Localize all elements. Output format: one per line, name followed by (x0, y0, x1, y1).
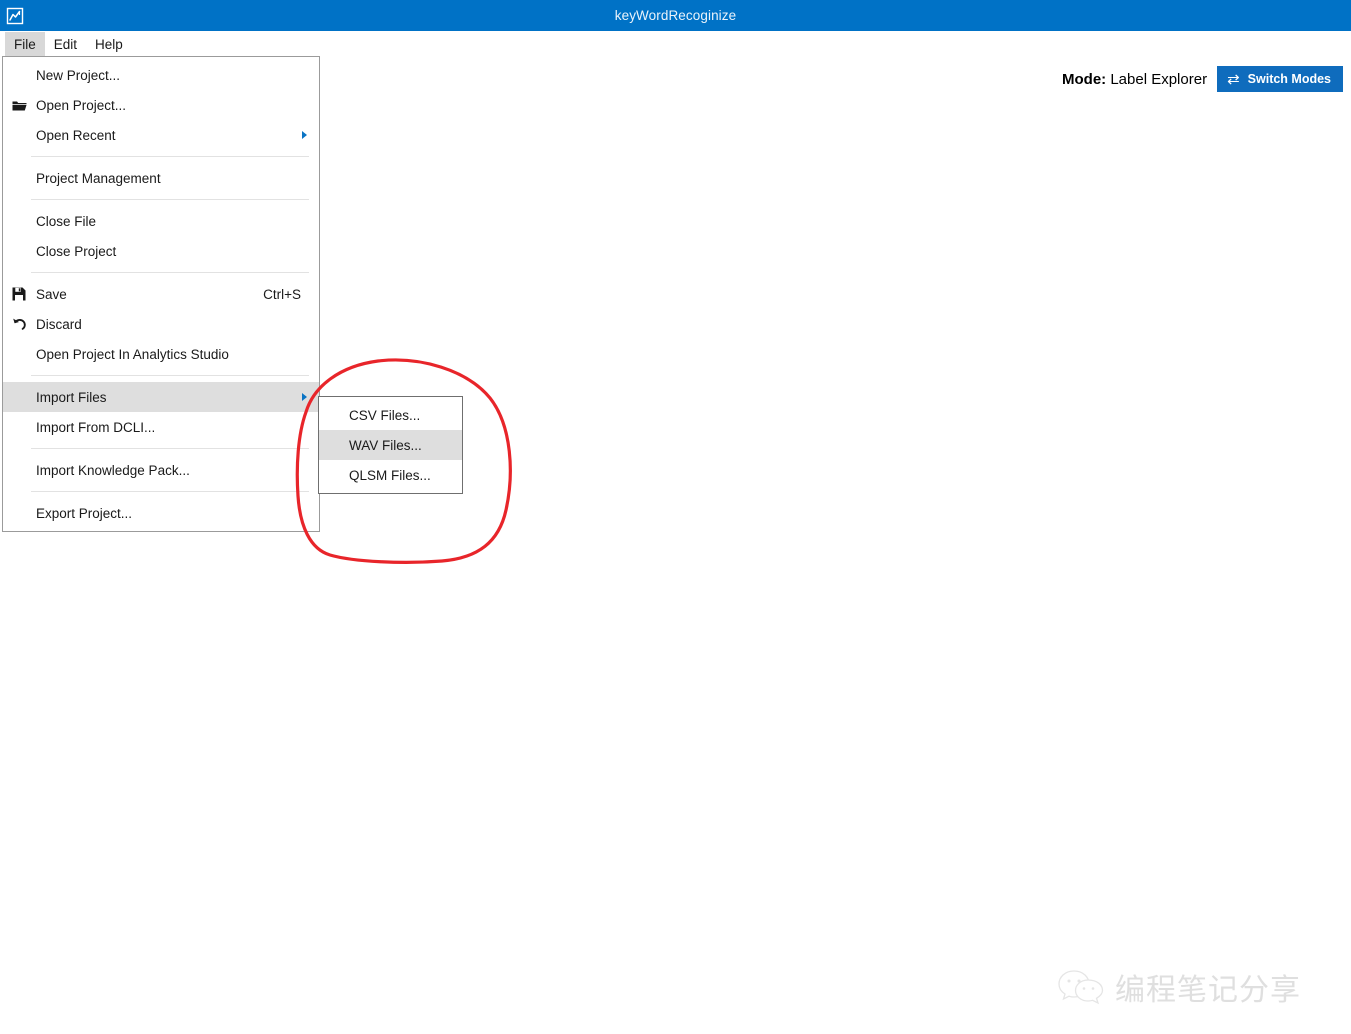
menu-item-label: Open Project In Analytics Studio (36, 346, 229, 362)
menu-item-save[interactable]: Save Ctrl+S (3, 279, 319, 309)
title-bar: keyWordRecoginize (0, 0, 1351, 31)
mode-header: Mode: Label Explorer ⇄ Switch Modes (1062, 66, 1343, 92)
menu-item-label: Discard (36, 316, 82, 332)
menubar-item-file[interactable]: File (5, 31, 45, 58)
submenu-item-label: QLSM Files... (349, 467, 431, 483)
menu-separator (31, 199, 309, 200)
menubar-item-help[interactable]: Help (86, 32, 132, 58)
menu-item-export-project[interactable]: Export Project... (3, 498, 319, 528)
submenu-item-wav-files[interactable]: WAV Files... (319, 430, 462, 460)
submenu-item-label: CSV Files... (349, 407, 421, 423)
menu-item-label: New Project... (36, 67, 121, 83)
menubar-item-edit[interactable]: Edit (45, 32, 86, 58)
switch-modes-label: Switch Modes (1247, 72, 1331, 86)
menu-item-open-project-analytics-studio[interactable]: Open Project In Analytics Studio (3, 339, 319, 369)
window-title: keyWordRecoginize (614, 8, 737, 23)
menu-item-label: Open Project... (36, 97, 127, 113)
menu-item-label: Project Management (36, 170, 161, 186)
menu-item-project-management[interactable]: Project Management (3, 163, 319, 193)
menu-bar: File Edit Help (0, 31, 1351, 58)
menu-item-import-knowledge-pack[interactable]: Import Knowledge Pack... (3, 455, 319, 485)
menu-separator (31, 448, 309, 449)
switch-modes-button[interactable]: ⇄ Switch Modes (1217, 66, 1343, 92)
menu-item-label: Import Knowledge Pack... (36, 462, 190, 478)
chevron-right-icon (302, 131, 307, 139)
menu-item-label: Import From DCLI... (36, 419, 156, 435)
import-files-submenu: CSV Files... WAV Files... QLSM Files... (318, 396, 463, 494)
floppy-disk-icon (11, 286, 27, 302)
menu-separator (31, 272, 309, 273)
menu-item-label: Close File (36, 213, 97, 229)
submenu-item-csv-files[interactable]: CSV Files... (319, 400, 462, 430)
menu-item-discard[interactable]: Discard (3, 309, 319, 339)
menu-item-label: Close Project (36, 243, 117, 259)
file-dropdown-menu: New Project... Open Project... Open Rece… (2, 56, 320, 532)
menu-item-open-project[interactable]: Open Project... (3, 90, 319, 120)
menu-item-label: Open Recent (36, 127, 116, 143)
undo-arrow-icon (11, 316, 27, 332)
chevron-right-icon (302, 393, 307, 401)
menu-item-close-project[interactable]: Close Project (3, 236, 319, 266)
menu-item-import-files[interactable]: Import Files (3, 382, 319, 412)
mode-prefix-label: Mode: (1062, 70, 1107, 88)
menu-item-open-recent[interactable]: Open Recent (3, 120, 319, 150)
menu-item-label: Export Project... (36, 505, 133, 521)
mode-display: Mode: Label Explorer (1062, 71, 1207, 88)
menu-separator (31, 375, 309, 376)
chart-line-icon (6, 7, 24, 24)
watermark-text: 编程笔记分享 (1115, 973, 1301, 1008)
folder-open-icon (11, 97, 27, 113)
menu-item-new-project[interactable]: New Project... (3, 60, 319, 90)
submenu-item-label: WAV Files... (349, 437, 422, 453)
menu-item-import-from-dcli[interactable]: Import From DCLI... (3, 412, 319, 442)
submenu-item-qlsm-files[interactable]: QLSM Files... (319, 460, 462, 490)
swap-arrows-icon: ⇄ (1227, 70, 1240, 88)
menu-item-shortcut: Ctrl+S (263, 286, 301, 302)
menu-separator (31, 156, 309, 157)
menu-separator (31, 491, 309, 492)
watermark: 编程笔记分享 (1057, 965, 1301, 1009)
application-window: keyWordRecoginize File Edit Help New Pro… (0, 0, 1351, 1034)
mode-value-label: Label Explorer (1110, 70, 1208, 88)
menu-item-close-file[interactable]: Close File (3, 206, 319, 236)
wechat-logo-icon (1058, 970, 1104, 1005)
menu-item-label: Import Files (36, 389, 107, 405)
menu-item-label: Save (36, 286, 67, 302)
